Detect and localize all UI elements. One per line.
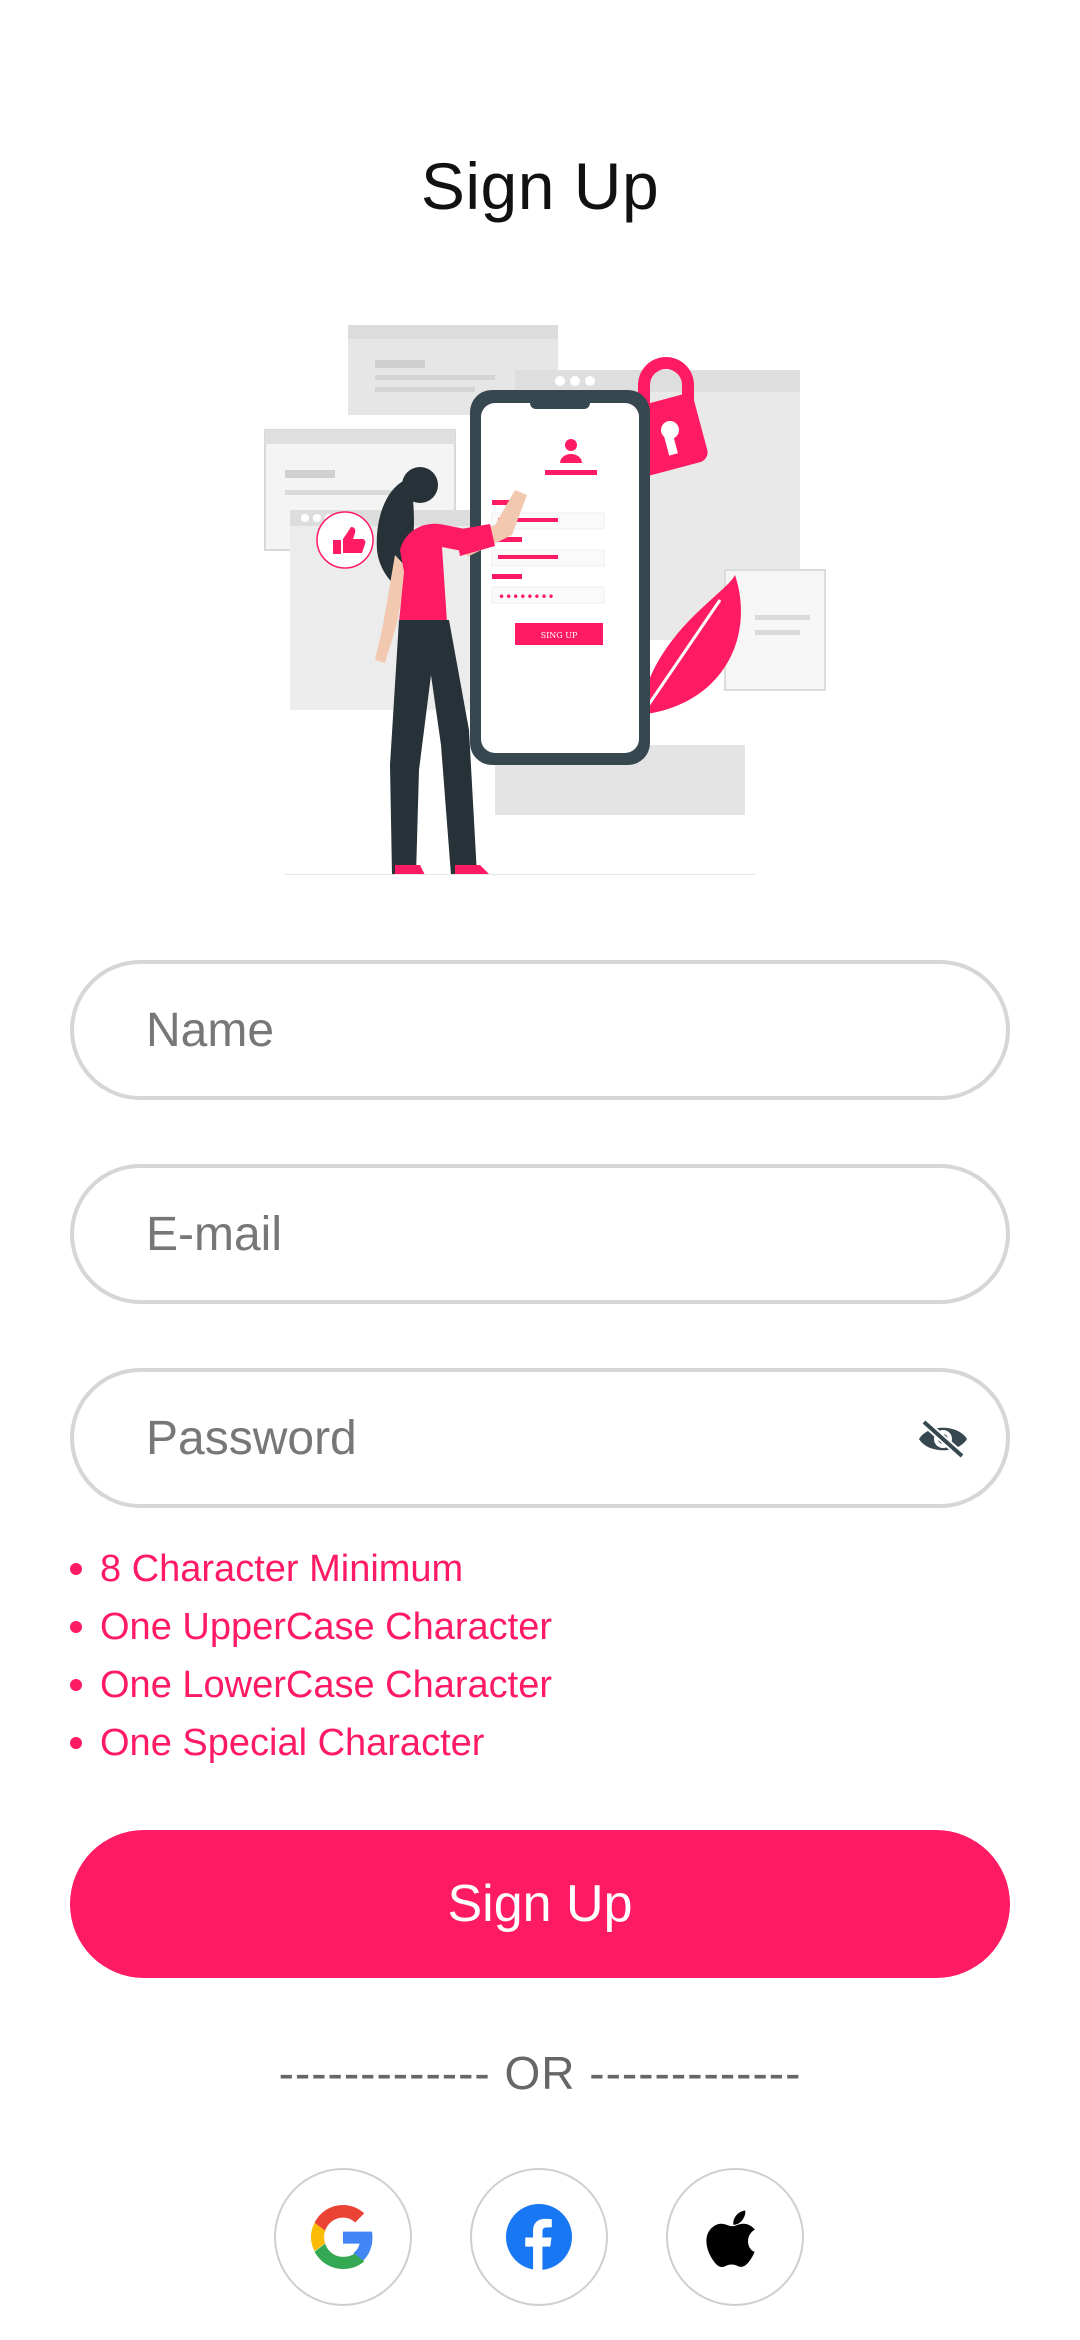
password-rules: 8 Character Minimum One UpperCase Charac… [70,1540,552,1772]
bullet [70,1621,82,1633]
bullet [70,1563,82,1575]
password-input[interactable] [144,1409,966,1467]
email-input[interactable] [144,1205,966,1263]
facebook-sign-in-button[interactable] [470,2168,608,2306]
password-rule: One LowerCase Character [70,1656,552,1714]
bullet [70,1737,82,1749]
or-divider: ------------- OR ------------- [278,2047,802,2099]
password-rule: 8 Character Minimum [70,1540,552,1598]
eye-off-icon[interactable] [916,1418,970,1460]
password-rule: One UpperCase Character [70,1598,552,1656]
bullet [70,1679,82,1691]
svg-text:••••••••: •••••••• [498,590,555,604]
apple-icon [706,2210,755,2267]
google-sign-in-button[interactable] [274,2168,412,2306]
page-title: Sign Up [420,149,660,223]
facebook-icon [506,2204,572,2270]
svg-text:SING UP: SING UP [541,631,578,640]
sign-up-button[interactable]: Sign Up [70,1830,1010,1978]
name-input[interactable] [144,1001,966,1059]
password-rule: One Special Character [70,1714,552,1772]
email-field[interactable] [70,1164,1010,1304]
password-field[interactable] [70,1368,1010,1508]
apple-sign-in-button[interactable] [666,2168,804,2306]
google-icon [311,2205,373,2269]
name-field[interactable] [70,960,1010,1100]
signup-illustration: •••••••• SING UP [264,325,826,875]
